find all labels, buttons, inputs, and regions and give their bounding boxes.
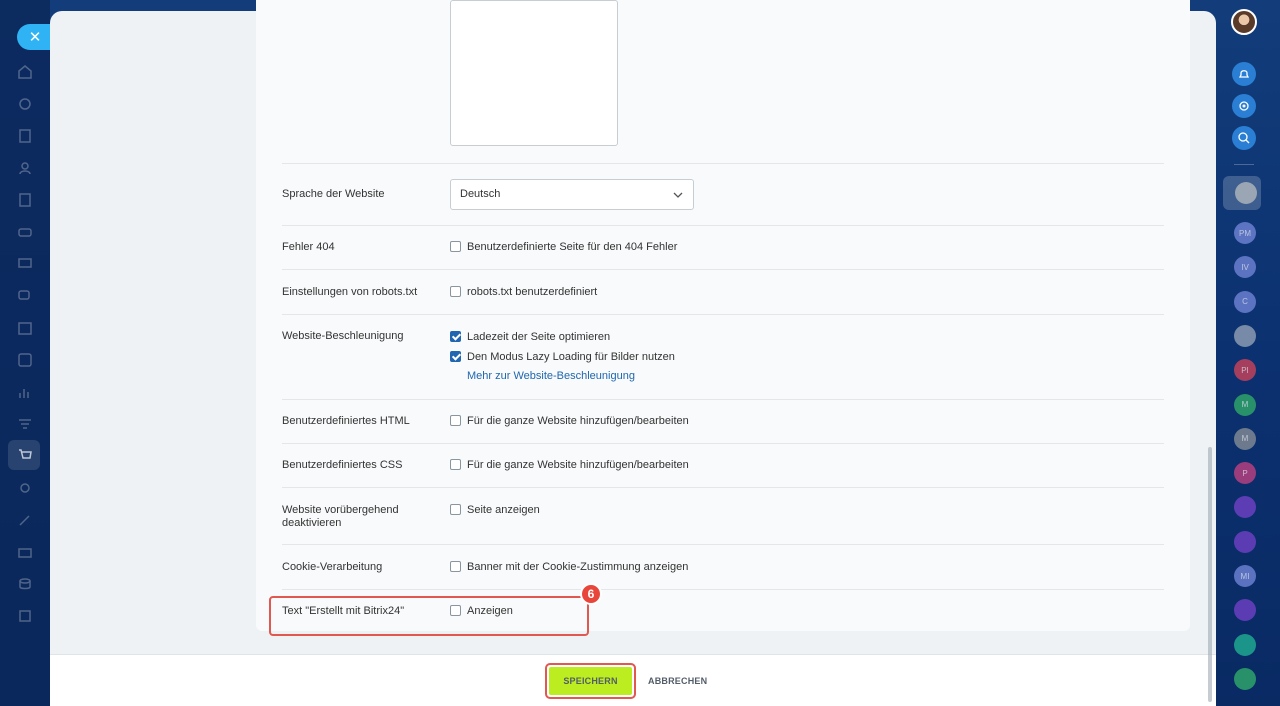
acceleration-label: Website-Beschleunigung — [282, 330, 404, 342]
contact-avatar[interactable]: MI — [1234, 565, 1256, 587]
step-badge: 6 — [580, 583, 602, 605]
error404-label: Fehler 404 — [282, 241, 335, 253]
cookie-option-label: Banner mit der Cookie-Zustimmung anzeige… — [467, 561, 689, 573]
contact-avatar[interactable] — [1234, 667, 1256, 690]
robots-option-label: robots.txt benutzerdefiniert — [467, 286, 598, 298]
cookie-row: Cookie-Verarbeitung Banner mit der Cooki… — [282, 544, 1164, 589]
home-icon[interactable] — [16, 63, 34, 81]
cancel-button[interactable]: ABBRECHEN — [640, 667, 715, 695]
custom-html-checkbox[interactable]: Für die ganze Website hinzufügen/bearbei… — [450, 415, 689, 427]
bitrix-text-label: Text "Erstellt mit Bitrix24" — [282, 605, 405, 617]
bitrix-text-checkbox[interactable]: Anzeigen — [450, 605, 513, 617]
users-icon[interactable] — [16, 159, 34, 177]
contact-avatar[interactable] — [1234, 324, 1256, 347]
deactivate-checkbox[interactable]: Seite anzeigen — [450, 504, 540, 516]
error404-row: Fehler 404 Benutzerdefinierte Seite für … — [282, 225, 1164, 269]
contact-avatar[interactable] — [1234, 599, 1256, 622]
checkbox-icon[interactable] — [450, 459, 461, 470]
custom-css-option-label: Für die ganze Website hinzufügen/bearbei… — [467, 459, 689, 471]
contact-avatar[interactable]: P — [1234, 462, 1256, 485]
contact-avatar[interactable]: M — [1234, 393, 1256, 416]
user-avatar[interactable] — [1231, 9, 1257, 35]
lazy-loading-checkbox[interactable]: Den Modus Lazy Loading für Bilder nutzen — [450, 350, 675, 370]
settings-icon[interactable] — [16, 479, 34, 497]
contact-avatar[interactable] — [1234, 633, 1256, 656]
optimize-load-label: Ladezeit der Seite optimieren — [467, 331, 611, 343]
robots-label: Einstellungen von robots.txt — [282, 286, 418, 298]
checkbox-icon[interactable] — [450, 605, 461, 616]
acceleration-row: Website-Beschleunigung Ladezeit der Seit… — [282, 314, 1164, 399]
contact-avatar[interactable]: PM — [1234, 222, 1256, 244]
filter-icon[interactable] — [16, 415, 34, 433]
robots-row: Einstellungen von robots.txt robots.txt … — [282, 269, 1164, 314]
checkbox-checked-icon[interactable] — [450, 331, 461, 342]
bitrix-text-row: Text "Erstellt mit Bitrix24" Anzeigen — [282, 589, 1164, 631]
language-select[interactable]: Deutsch — [450, 179, 694, 210]
custom-css-row: Benutzerdefiniertes CSS Für die ganze We… — [282, 443, 1164, 487]
tasks-icon[interactable] — [16, 351, 34, 369]
contact-avatar[interactable] — [1235, 182, 1257, 204]
document-icon[interactable] — [16, 127, 34, 145]
checkbox-icon[interactable] — [450, 561, 461, 572]
lazy-loading-label: Den Modus Lazy Loading für Bilder nutzen — [467, 351, 675, 363]
custom-css-checkbox[interactable]: Für die ganze Website hinzufügen/bearbei… — [450, 459, 689, 471]
cookie-label: Cookie-Verarbeitung — [282, 561, 383, 573]
custom-css-label: Benutzerdefiniertes CSS — [282, 459, 403, 471]
checkbox-icon[interactable] — [450, 286, 461, 297]
database-icon[interactable] — [16, 575, 34, 593]
checkbox-icon[interactable] — [450, 504, 461, 515]
acceleration-options: Ladezeit der Seite optimieren Den Modus … — [450, 330, 675, 382]
optimize-load-checkbox[interactable]: Ladezeit der Seite optimieren — [450, 330, 675, 350]
pen-icon[interactable] — [16, 511, 34, 529]
contact-avatar[interactable] — [1234, 530, 1256, 553]
right-rail-divider — [1234, 164, 1254, 165]
language-row: Sprache der Website — [282, 163, 1164, 225]
group-icon[interactable] — [16, 543, 34, 561]
text-area[interactable] — [450, 0, 618, 146]
search-icon[interactable] — [1232, 126, 1256, 150]
bell-icon[interactable] — [1232, 62, 1256, 86]
bitrix-text-option-label: Anzeigen — [467, 605, 513, 617]
chat-icon[interactable] — [16, 287, 34, 305]
file-icon[interactable] — [16, 191, 34, 209]
checkbox-icon[interactable] — [450, 415, 461, 426]
contact-avatar[interactable]: IV — [1234, 256, 1256, 279]
checkbox-checked-icon[interactable] — [450, 351, 461, 362]
apps-icon[interactable] — [16, 607, 34, 625]
contact-avatar[interactable]: C — [1234, 290, 1256, 313]
calendar-icon[interactable] — [16, 319, 34, 337]
error404-checkbox[interactable]: Benutzerdefinierte Seite für den 404 Feh… — [450, 241, 677, 253]
custom-html-row: Benutzerdefiniertes HTML Für die ganze W… — [282, 399, 1164, 443]
custom-html-option-label: Für die ganze Website hinzufügen/bearbei… — [467, 415, 689, 427]
board-icon[interactable] — [16, 255, 34, 273]
language-selected-value: Deutsch — [460, 188, 501, 200]
language-label: Sprache der Website — [282, 188, 385, 200]
cookie-checkbox[interactable]: Banner mit der Cookie-Zustimmung anzeige… — [450, 561, 688, 573]
deactivate-option-label: Seite anzeigen — [467, 504, 540, 516]
contact-avatar[interactable]: PI — [1234, 359, 1256, 382]
scrollbar[interactable] — [1208, 447, 1212, 702]
copilot-icon[interactable] — [1232, 94, 1256, 118]
save-button[interactable]: SPEICHERN — [549, 667, 632, 695]
deactivate-row: Website vorübergehend deaktivieren Seite… — [282, 487, 1164, 544]
left-sidebar — [0, 0, 50, 706]
right-sidebar: PM IV C PI M M P MI — [1216, 0, 1280, 706]
custom-html-label: Benutzerdefiniertes HTML — [282, 415, 410, 427]
drive-icon[interactable] — [16, 223, 34, 241]
close-slider-button[interactable]: ✕ — [17, 24, 51, 50]
contact-avatar[interactable]: M — [1234, 427, 1256, 450]
acceleration-help-link[interactable]: Mehr zur Website-Beschleunigung — [467, 370, 635, 382]
checkbox-icon[interactable] — [450, 241, 461, 252]
error404-option-label: Benutzerdefinierte Seite für den 404 Feh… — [467, 241, 678, 253]
chevron-down-icon — [673, 192, 683, 198]
close-icon: ✕ — [28, 29, 42, 46]
contact-avatar[interactable] — [1234, 496, 1256, 519]
cart-icon[interactable] — [16, 446, 34, 464]
robots-checkbox[interactable]: robots.txt benutzerdefiniert — [450, 286, 597, 298]
puzzle-icon[interactable] — [16, 95, 34, 113]
analytics-icon[interactable] — [16, 383, 34, 401]
deactivate-label: Website vorübergehend deaktivieren — [282, 504, 399, 529]
